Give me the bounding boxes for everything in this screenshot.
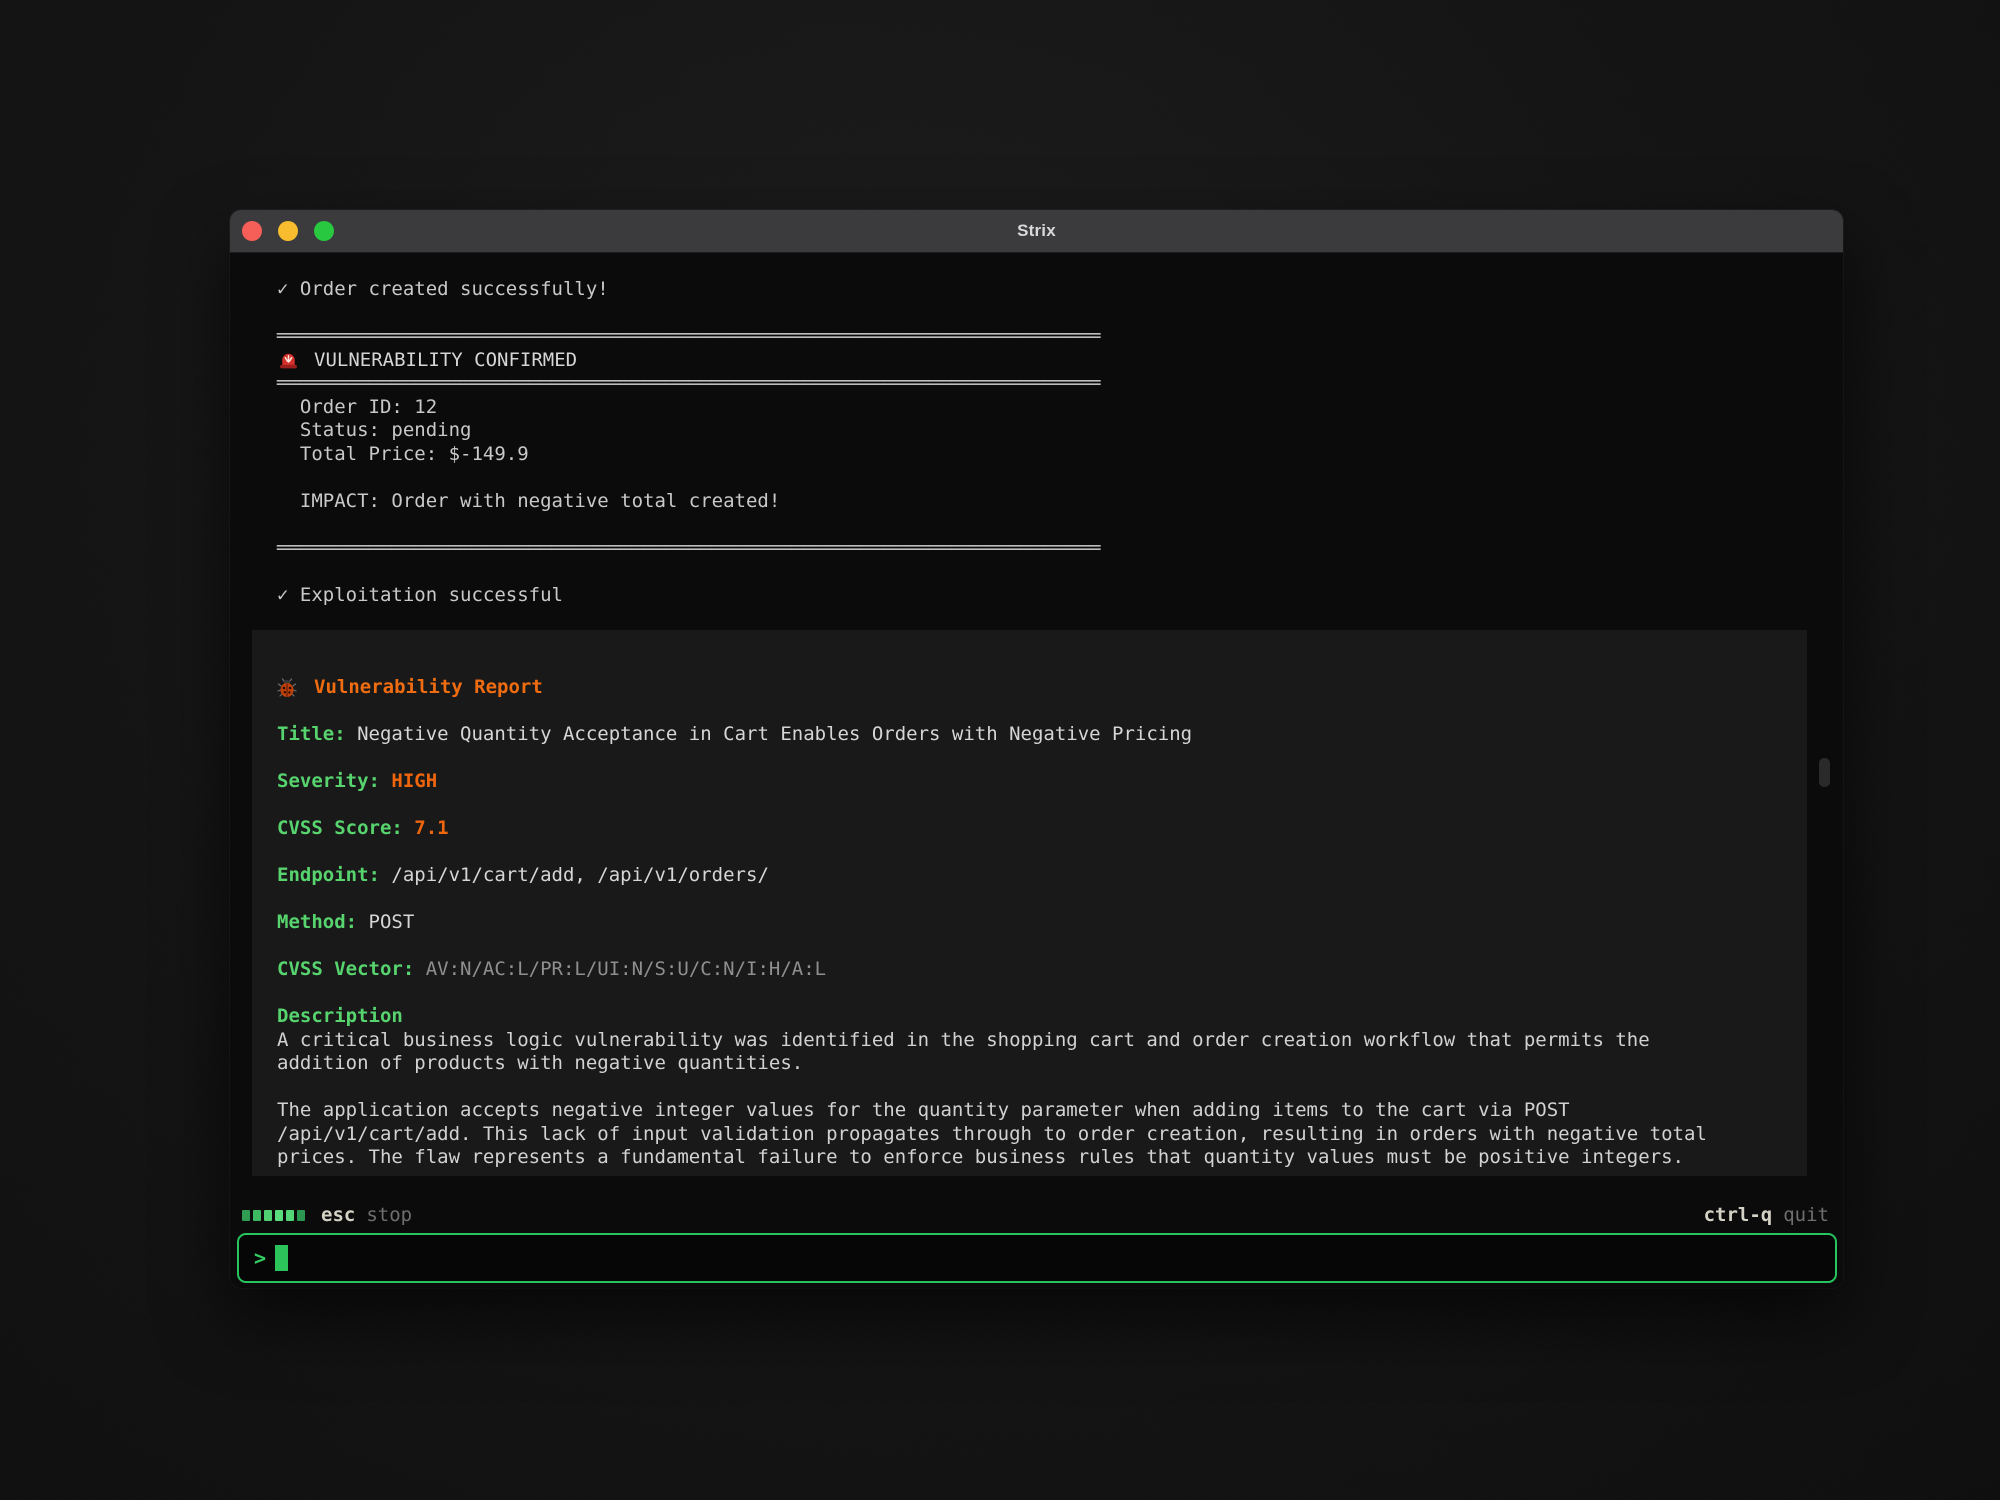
report-field-cvss-score: CVSS Score: 7.1	[277, 817, 1783, 841]
vulnerability-confirmed-heading: VULNERABILITY CONFIRMED	[314, 349, 577, 373]
command-input[interactable]: >	[237, 1233, 1837, 1283]
esc-key-hint: esc	[321, 1204, 355, 1226]
maximize-button[interactable]	[314, 221, 334, 241]
description-heading: Description	[277, 1005, 1783, 1029]
field-value: /api/v1/cart/add, /api/v1/orders/	[391, 864, 769, 886]
separator-line: ════════════════════════════════════════…	[277, 325, 1101, 349]
bug-icon	[277, 678, 314, 698]
field-label: CVSS Vector:	[277, 958, 426, 980]
quit-action-label: quit	[1783, 1204, 1829, 1226]
field-label: Title:	[277, 723, 357, 745]
spinner-segment	[275, 1210, 283, 1221]
spinner-segment	[264, 1210, 272, 1221]
status-line: Status: pending	[277, 419, 1101, 443]
field-value: POST	[369, 911, 415, 933]
severity-badge: HIGH	[391, 770, 437, 792]
status-bar-right: ctrl-q quit	[1704, 1204, 1829, 1226]
terminal-output-block: ✓ Order created successfully! ══════════…	[277, 278, 1101, 607]
spinner-segment	[286, 1210, 294, 1221]
report-heading-row: Vulnerability Report	[277, 676, 1783, 700]
minimize-button[interactable]	[278, 221, 298, 241]
window-controls	[242, 210, 334, 252]
impact-line: IMPACT: Order with negative total create…	[277, 490, 1101, 514]
title-bar: Strix	[230, 210, 1843, 253]
description-line: A critical business logic vulnerability …	[277, 1029, 1783, 1053]
total-price-line: Total Price: $-149.9	[277, 443, 1101, 467]
app-window: Strix ✓ Order created successfully! ════…	[230, 210, 1843, 1288]
scrollbar-thumb[interactable]	[1819, 758, 1830, 787]
siren-icon	[277, 349, 314, 372]
order-id-line: Order ID: 12	[277, 396, 1101, 420]
order-success-line: ✓ Order created successfully!	[277, 278, 1101, 302]
spinner-segment	[253, 1210, 261, 1221]
field-value: AV:N/AC:L/PR:L/UI:N/S:U/C:N/I:H/A:L	[426, 958, 826, 980]
field-label: CVSS Score:	[277, 817, 414, 839]
window-title: Strix	[1017, 221, 1056, 241]
description-line: The application accepts negative integer…	[277, 1099, 1783, 1123]
spinner-segment	[242, 1210, 250, 1221]
exploitation-success-line: ✓ Exploitation successful	[277, 584, 1101, 608]
cvss-score-value: 7.1	[414, 817, 448, 839]
description-line	[277, 1076, 1783, 1100]
report-field-cvss-vector: CVSS Vector: AV:N/AC:L/PR:L/UI:N/S:U/C:N…	[277, 958, 1783, 982]
field-label: Severity:	[277, 770, 391, 792]
activity-spinner	[242, 1210, 305, 1221]
report-field-severity: Severity: HIGH	[277, 770, 1783, 794]
status-bar: esc stop ctrl-q quit	[242, 1201, 1829, 1229]
status-bar-left: esc stop	[242, 1204, 412, 1226]
report-field-method: Method: POST	[277, 911, 1783, 935]
separator-line: ════════════════════════════════════════…	[277, 537, 1101, 561]
text-cursor	[275, 1245, 288, 1271]
field-label: Method:	[277, 911, 369, 933]
description-line: prices. The flaw represents a fundamenta…	[277, 1146, 1783, 1170]
field-label: Endpoint:	[277, 864, 391, 886]
field-value: Negative Quantity Acceptance in Cart Ena…	[357, 723, 1192, 745]
vulnerability-confirmed-line: VULNERABILITY CONFIRMED	[277, 349, 1101, 373]
separator-line: ════════════════════════════════════════…	[277, 372, 1101, 396]
description-line: addition of products with negative quant…	[277, 1052, 1783, 1076]
spinner-segment	[297, 1210, 305, 1221]
report-field-endpoint: Endpoint: /api/v1/cart/add, /api/v1/orde…	[277, 864, 1783, 888]
prompt-chevron: >	[254, 1248, 266, 1268]
report-heading: Vulnerability Report	[314, 676, 543, 700]
terminal-content: ✓ Order created successfully! ══════════…	[230, 253, 1843, 1288]
esc-action-label: stop	[366, 1204, 412, 1226]
report-field-title: Title: Negative Quantity Acceptance in C…	[277, 723, 1783, 747]
description-line: /api/v1/cart/add. This lack of input val…	[277, 1123, 1783, 1147]
quit-key-hint: ctrl-q	[1704, 1204, 1773, 1226]
close-button[interactable]	[242, 221, 262, 241]
vulnerability-report-panel: Vulnerability Report Title: Negative Qua…	[252, 630, 1807, 1176]
